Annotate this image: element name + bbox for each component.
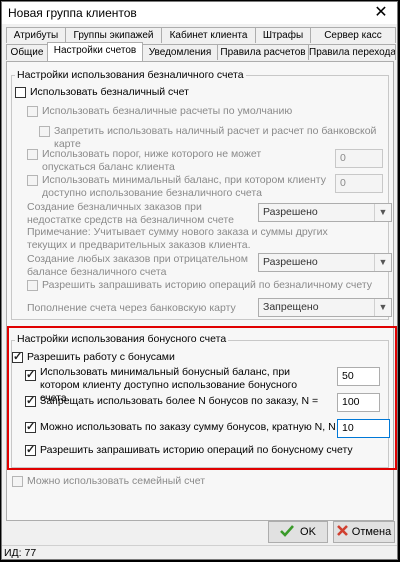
tab-crew-groups[interactable]: Группы экипажей	[65, 27, 162, 43]
use-cashless-label: Использовать безналичный счет	[30, 86, 189, 98]
chevron-down-icon: ▼	[374, 204, 391, 221]
negative-balance-label: Создание любых заказов при отрицательном…	[27, 253, 248, 278]
use-default-checkbox[interactable]	[27, 106, 38, 117]
tabs-row-2: Общие Настройки счетов Уведомления Прави…	[6, 42, 396, 61]
ok-label: OK	[300, 526, 316, 538]
cashless-group-title: Настройки использования безналичного сче…	[15, 69, 246, 81]
bonus-highlight-frame	[7, 326, 397, 470]
tab-calc-rules[interactable]: Правила расчетов	[217, 44, 309, 60]
tab-cash-server[interactable]: Сервер касс	[310, 27, 396, 43]
dialog-window: Новая группа клиентов ✕ Атрибуты Группы …	[1, 1, 398, 560]
title-bar: Новая группа клиентов ✕	[2, 2, 397, 24]
status-bar: ИД: 77	[2, 545, 397, 560]
chevron-down-icon: ▼	[374, 254, 391, 271]
cashless-history-checkbox[interactable]	[27, 280, 38, 291]
cancel-button[interactable]: Отмена	[333, 521, 395, 543]
create-orders-select[interactable]: Разрешено ▼	[258, 203, 392, 222]
create-orders-label: Создание безналичных заказов при недоста…	[27, 201, 234, 226]
family-account-checkbox[interactable]	[12, 476, 23, 487]
close-icon[interactable]: ✕	[371, 3, 391, 23]
ok-button[interactable]: OK	[268, 521, 328, 543]
chevron-down-icon: ▼	[374, 299, 391, 316]
tab-transition-rules[interactable]: Правила перехода	[308, 44, 396, 60]
topup-label: Пополнение счета через банковскую карту	[27, 302, 236, 314]
min-balance-input[interactable]: 0	[335, 174, 383, 193]
topup-select[interactable]: Запрещено ▼	[258, 298, 392, 317]
use-default-label: Использовать безналичные расчеты по умол…	[42, 105, 293, 117]
min-balance-label: Использовать минимальный баланс, при кот…	[42, 174, 326, 199]
cashless-history-label: Разрешить запрашивать историю операций п…	[42, 279, 373, 291]
check-icon	[280, 525, 295, 537]
threshold-label: Использовать порог, ниже которого не мож…	[42, 148, 262, 173]
tab-client-cabinet[interactable]: Кабинет клиента	[161, 27, 256, 43]
cancel-icon	[336, 525, 348, 536]
negative-balance-select[interactable]: Разрешено ▼	[258, 253, 392, 272]
status-id: ИД: 77	[4, 547, 37, 559]
tab-account-settings[interactable]: Настройки счетов	[47, 42, 143, 61]
tab-general[interactable]: Общие	[6, 44, 48, 60]
min-balance-checkbox[interactable]	[27, 175, 38, 186]
tab-notifications[interactable]: Уведомления	[142, 44, 218, 60]
window-title: Новая группа клиентов	[8, 6, 137, 20]
threshold-input[interactable]: 0	[335, 149, 383, 168]
threshold-checkbox[interactable]	[27, 149, 38, 160]
forbid-cash-checkbox[interactable]	[39, 126, 50, 137]
topup-value: Запрещено	[263, 301, 319, 313]
use-cashless-checkbox[interactable]	[15, 87, 26, 98]
note-text: Примечание: Учитывает сумму нового заказ…	[27, 226, 328, 251]
tab-attributes[interactable]: Атрибуты	[6, 27, 66, 43]
tab-fines[interactable]: Штрафы	[255, 27, 311, 43]
family-account-label: Можно использовать семейный счет	[27, 475, 206, 487]
create-orders-value: Разрешено	[263, 206, 318, 218]
cancel-label: Отмена	[351, 526, 392, 538]
negative-balance-value: Разрешено	[263, 256, 318, 268]
